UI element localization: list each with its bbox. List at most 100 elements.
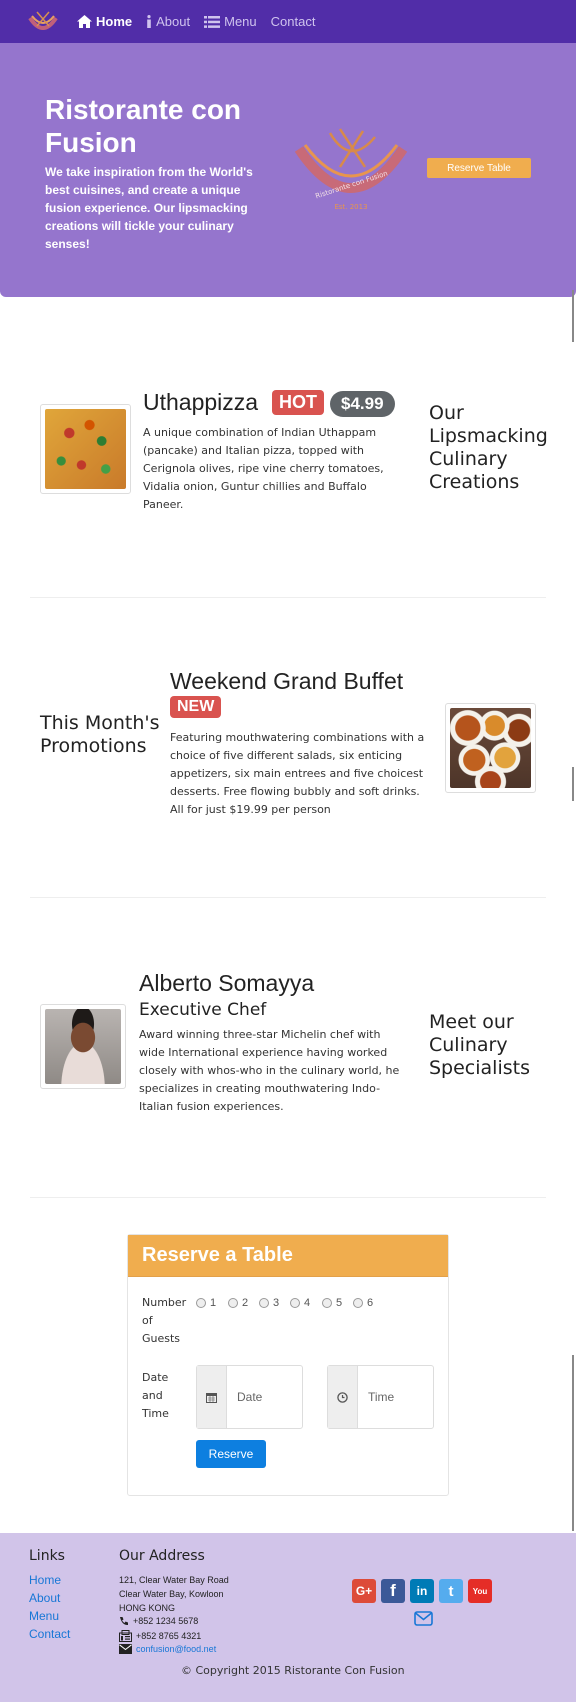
google-plus-icon[interactable]: G+ bbox=[352, 1579, 376, 1603]
guest-option-5[interactable]: 5 bbox=[322, 1297, 342, 1309]
clock-icon bbox=[337, 1391, 348, 1403]
time-input[interactable]: Time bbox=[358, 1366, 394, 1428]
address-line-3: HONG KONG bbox=[119, 1603, 176, 1613]
mail-envelope-icon[interactable] bbox=[414, 1611, 433, 1626]
price-badge: $4.99 bbox=[330, 391, 395, 417]
reserve-table-card: Reserve a Table Number of Guests 1 2 3 4… bbox=[127, 1234, 449, 1496]
nav-menu-label: Menu bbox=[224, 14, 257, 29]
email-link[interactable]: confusion@food.net bbox=[136, 1644, 216, 1654]
promotion-section-heading: This Month's Promotions bbox=[40, 712, 160, 757]
radio-label: 2 bbox=[242, 1297, 249, 1309]
links-heading: Links bbox=[29, 1548, 65, 1564]
divider bbox=[30, 897, 546, 898]
promotion-name: Weekend Grand Buffet bbox=[170, 668, 404, 694]
youtube-icon[interactable]: You bbox=[468, 1579, 492, 1603]
guest-option-6[interactable]: 6 bbox=[353, 1297, 373, 1309]
promotion-thumbnail bbox=[445, 703, 536, 793]
nav-menu-link[interactable]: Menu bbox=[204, 14, 257, 29]
time-input-group[interactable]: Time bbox=[327, 1365, 434, 1429]
nav-contact[interactable]: Contact bbox=[271, 14, 316, 29]
nav-about-label: About bbox=[156, 14, 191, 29]
dish-section-heading: Our Lipsmacking Culinary Creations bbox=[429, 402, 548, 493]
info-icon bbox=[147, 15, 151, 28]
scrollbar-thumb[interactable] bbox=[572, 1355, 574, 1531]
scrollbar-thumb[interactable] bbox=[572, 290, 574, 342]
buffet-image bbox=[450, 708, 531, 788]
leader-name: Alberto Somayya bbox=[139, 970, 315, 996]
fax-row: +852 8765 4321 bbox=[119, 1630, 201, 1642]
logo-est-text: Est. 2013 bbox=[334, 203, 367, 211]
jumbotron: Ristorante con Fusion We take inspiratio… bbox=[0, 43, 576, 297]
radio-circle bbox=[353, 1298, 363, 1308]
dish-name: Uthappizza bbox=[143, 389, 259, 415]
restaurant-logo-icon[interactable] bbox=[27, 8, 59, 36]
leader-thumbnail bbox=[40, 1004, 126, 1089]
alberto-photo bbox=[45, 1009, 121, 1084]
nav-menu: Home About Menu Contact bbox=[77, 0, 329, 43]
scrollbar-thumb[interactable] bbox=[572, 767, 574, 801]
nav-home[interactable]: Home bbox=[77, 14, 132, 29]
address-line-2: Clear Water Bay, Kowloon bbox=[119, 1589, 224, 1599]
guest-option-4[interactable]: 4 bbox=[290, 1297, 310, 1309]
clock-icon-addon bbox=[328, 1366, 358, 1428]
copyright-text: © Copyright 2015 Ristorante Con Fusion bbox=[181, 1664, 405, 1677]
hot-badge: HOT bbox=[272, 390, 324, 415]
radio-circle bbox=[322, 1298, 332, 1308]
linkedin-glyph: in bbox=[416, 1584, 428, 1598]
guest-option-2[interactable]: 2 bbox=[228, 1297, 248, 1309]
google-plus-glyph: G+ bbox=[355, 1584, 373, 1598]
promotion-description: Featuring mouthwatering combinations wit… bbox=[170, 731, 425, 816]
fax-number: +852 8765 4321 bbox=[136, 1631, 202, 1641]
date-input[interactable]: Date bbox=[227, 1366, 262, 1428]
radio-label: 5 bbox=[336, 1297, 343, 1309]
radio-circle bbox=[290, 1298, 300, 1308]
footer-link-about[interactable]: About bbox=[29, 1591, 60, 1605]
divider bbox=[30, 1197, 546, 1198]
radio-circle bbox=[196, 1298, 206, 1308]
radio-label: 4 bbox=[304, 1297, 311, 1309]
new-badge: NEW bbox=[170, 696, 222, 718]
guests-label: Number of Guests bbox=[142, 1296, 187, 1345]
reserve-submit-button[interactable]: Reserve bbox=[196, 1440, 266, 1468]
nav-about[interactable]: About bbox=[146, 14, 190, 29]
twitter-glyph: t bbox=[448, 1582, 454, 1600]
leader-section-heading: Meet our Culinary Specialists bbox=[429, 1011, 530, 1079]
navbar: Home About Menu Contact bbox=[0, 0, 576, 43]
footer: Links Home About Menu Contact Our Addres… bbox=[0, 1533, 576, 1702]
leader-description: Award winning three-star Michelin chef w… bbox=[139, 1028, 400, 1113]
leader-designation: Executive Chef bbox=[139, 1000, 267, 1020]
twitter-icon[interactable]: t bbox=[439, 1579, 463, 1603]
linkedin-icon[interactable]: in bbox=[410, 1579, 434, 1603]
footer-link-home[interactable]: Home bbox=[29, 1573, 61, 1587]
reserve-table-button[interactable]: Reserve Table bbox=[427, 158, 531, 178]
radio-circle bbox=[259, 1298, 269, 1308]
dish-description: A unique combination of Indian Uthappam … bbox=[143, 426, 384, 511]
divider bbox=[30, 597, 546, 598]
guest-option-3[interactable]: 3 bbox=[259, 1297, 279, 1309]
radio-label: 6 bbox=[367, 1297, 374, 1309]
datetime-label: Date and Time bbox=[142, 1371, 169, 1420]
youtube-glyph: You bbox=[472, 1586, 488, 1596]
date-input-group[interactable]: Date bbox=[196, 1365, 303, 1429]
radio-label: 1 bbox=[210, 1297, 217, 1309]
footer-link-menu[interactable]: Menu bbox=[29, 1609, 59, 1623]
email-row: confusion@food.net bbox=[119, 1644, 216, 1654]
phone-number: +852 1234 5678 bbox=[133, 1616, 199, 1626]
guest-option-1[interactable]: 1 bbox=[196, 1297, 216, 1309]
address-heading: Our Address bbox=[119, 1548, 205, 1564]
home-icon bbox=[77, 15, 92, 28]
nav-home-label: Home bbox=[96, 14, 133, 29]
calendar-icon-addon bbox=[197, 1366, 227, 1428]
address-line-1: 121, Clear Water Bay Road bbox=[119, 1575, 229, 1585]
list-icon bbox=[204, 15, 221, 28]
card-header: Reserve a Table bbox=[128, 1235, 448, 1277]
facebook-icon[interactable]: f bbox=[381, 1579, 405, 1603]
nav-contact-label: Contact bbox=[270, 14, 316, 29]
envelope-icon bbox=[119, 1644, 132, 1654]
restaurant-logo-large-icon: Ristorante con Fusion Est. 2013 bbox=[295, 128, 407, 211]
phone-icon bbox=[120, 1617, 128, 1626]
card-title: Reserve a Table bbox=[142, 1244, 293, 1266]
jumbotron-title: Ristorante con Fusion bbox=[45, 94, 242, 158]
dish-thumbnail bbox=[40, 404, 131, 494]
footer-link-contact[interactable]: Contact bbox=[29, 1627, 70, 1641]
